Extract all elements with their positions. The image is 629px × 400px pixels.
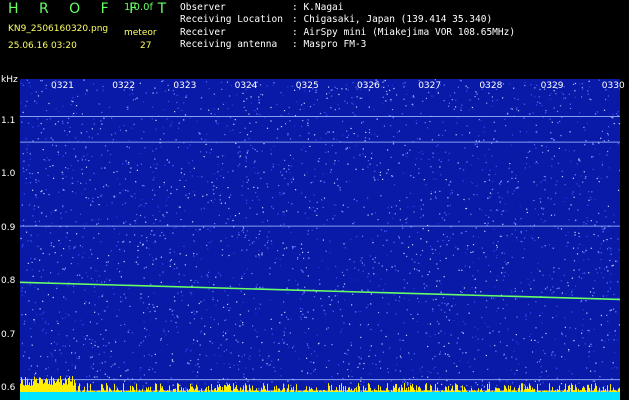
- meteor-count: 27: [140, 41, 152, 51]
- x-tick-label: 0329: [540, 81, 564, 91]
- y-tick-label: 1.0: [1, 169, 16, 180]
- y-tick-label: 0.7: [1, 329, 16, 340]
- app-version: 1.0.0f: [124, 2, 153, 13]
- info-value: : Maspro FM-3: [292, 38, 367, 50]
- info-row-location: Receiving Location : Chigasaki, Japan (1…: [180, 14, 515, 26]
- y-tick-label: 1.1: [1, 115, 16, 126]
- meteor-label: meteor: [124, 28, 157, 38]
- spectrogram-svg: [20, 79, 620, 400]
- info-row-receiver: Receiver : AirSpy mini (Miakejima VOR 10…: [180, 27, 515, 39]
- info-value: : K.Nagai: [292, 2, 344, 13]
- info-value: : AirSpy mini (Miakejima VOR 108.65MHz): [292, 26, 516, 38]
- info-value: : Chigasaki, Japan (139.414 35.340): [292, 14, 493, 26]
- spectrogram-plot: [20, 79, 620, 400]
- x-tick-label: 0327: [418, 81, 442, 91]
- y-tick-label: 0.9: [1, 222, 16, 233]
- x-tick-label: 0321: [51, 81, 74, 91]
- x-tick-label: 0328: [479, 81, 503, 91]
- x-tick-label: 0330: [601, 81, 625, 91]
- x-tick-label: 0322: [112, 81, 136, 91]
- info-row-antenna: Receiving antenna : Maspro FM-3: [180, 39, 515, 51]
- info-row-observer: Observer : K.Nagai: [180, 2, 515, 14]
- header: H R O F F T 1.0.0f KN9_2506160320.png me…: [0, 0, 629, 78]
- timestamp: 25.06.16 03:20: [8, 41, 77, 51]
- file-name: KN9_2506160320.png: [8, 24, 109, 34]
- observation-info: Observer : K.Nagai Receiving Location : …: [180, 2, 515, 51]
- y-tick-label: 0.8: [1, 276, 16, 287]
- info-label: Receiver: [180, 26, 226, 38]
- baseline-band: [20, 392, 620, 400]
- info-label: Observer: [180, 2, 226, 13]
- info-label: Receiving antenna: [180, 38, 278, 50]
- plot-background: [20, 79, 620, 400]
- y-axis-unit: kHz: [1, 75, 18, 85]
- x-tick-label: 0324: [234, 81, 258, 91]
- x-tick-label: 0326: [357, 81, 380, 91]
- x-tick-label: 0323: [173, 81, 197, 91]
- x-tick-label: 0325: [295, 81, 319, 91]
- y-tick-label: 0.6: [1, 383, 16, 394]
- info-label: Receiving Location: [180, 14, 283, 26]
